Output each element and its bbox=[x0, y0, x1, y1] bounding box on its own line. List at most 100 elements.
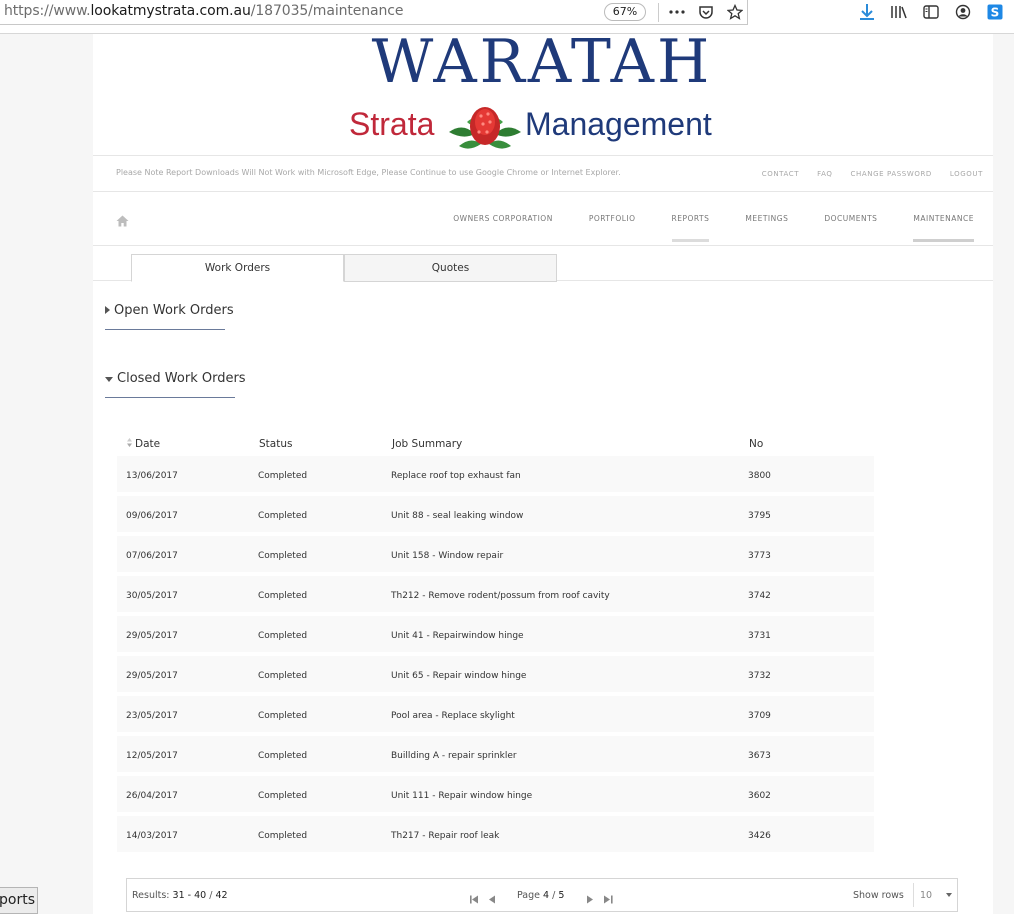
logout-link[interactable]: LOGOUT bbox=[950, 170, 983, 178]
cell-job-summary: Unit 158 - Window repair bbox=[391, 551, 504, 561]
first-page-icon[interactable] bbox=[470, 889, 479, 908]
cell-date: 14/03/2017 bbox=[126, 831, 178, 841]
cell-status: Completed bbox=[258, 751, 308, 761]
zoom-level-button[interactable]: 67% bbox=[604, 3, 646, 21]
nav-portfolio[interactable]: PORTFOLIO bbox=[589, 214, 636, 242]
cell-no: 3731 bbox=[748, 631, 771, 641]
table-row[interactable]: 26/04/2017 Completed Unit 111 - Repair win… bbox=[117, 776, 874, 812]
page-indicator: Page 4 / 5 bbox=[517, 890, 565, 901]
column-header-no[interactable]: No bbox=[749, 438, 763, 450]
faq-link[interactable]: FAQ bbox=[817, 170, 832, 178]
cell-no: 3732 bbox=[748, 671, 771, 681]
cell-date: 29/05/2017 bbox=[126, 671, 178, 681]
browser-notice: Please Note Report Downloads Will Not Wo… bbox=[116, 168, 621, 177]
url-text[interactable]: https://www.lookatmystrata.com.au/187035… bbox=[4, 3, 404, 19]
nav-documents[interactable]: DOCUMENTS bbox=[824, 214, 877, 242]
svg-text:S: S bbox=[991, 6, 1000, 20]
account-icon[interactable] bbox=[954, 3, 972, 21]
show-rows-label: Show rows bbox=[853, 890, 904, 901]
cell-no: 3426 bbox=[748, 831, 771, 841]
last-page-icon[interactable] bbox=[604, 889, 613, 908]
download-icon[interactable] bbox=[858, 3, 876, 21]
open-section-underline bbox=[105, 329, 225, 330]
chevron-down-icon bbox=[946, 893, 952, 897]
next-page-icon[interactable] bbox=[586, 889, 593, 908]
caret-down-icon bbox=[105, 371, 113, 386]
table-row[interactable]: 12/05/2017 Completed Buillding A - repair … bbox=[117, 736, 874, 772]
table-row[interactable]: 30/05/2017 Completed Th212 - Remove rodent… bbox=[117, 576, 874, 612]
nav-maintenance[interactable]: MAINTENANCE bbox=[913, 214, 974, 242]
top-links: CONTACT FAQ CHANGE PASSWORD LOGOUT bbox=[762, 170, 983, 178]
tabs-bar: Work Orders Quotes bbox=[93, 246, 993, 282]
column-header-status[interactable]: Status bbox=[259, 438, 292, 450]
cell-status: Completed bbox=[258, 551, 308, 561]
url-separator bbox=[658, 3, 659, 22]
more-actions-icon[interactable] bbox=[668, 3, 686, 21]
cell-job-summary: Unit 65 - Repair window hinge bbox=[391, 671, 527, 681]
cell-job-summary: Th212 - Remove rodent/possum from roof c… bbox=[391, 591, 610, 601]
prev-page-icon[interactable] bbox=[489, 889, 496, 908]
cell-job-summary: Replace roof top exhaust fan bbox=[391, 471, 521, 481]
caret-right-icon bbox=[105, 303, 110, 318]
table-row[interactable]: 29/05/2017 Completed Unit 41 - Repairwindo… bbox=[117, 616, 874, 652]
url-bar[interactable]: https://www.lookatmystrata.com.au/187035… bbox=[0, 0, 748, 25]
column-header-date[interactable]: Date bbox=[127, 438, 160, 450]
table-header: Date Status Job Summary No bbox=[117, 436, 874, 454]
cell-job-summary: Unit 88 - seal leaking window bbox=[391, 511, 524, 521]
cell-no: 3742 bbox=[748, 591, 771, 601]
table-pager: Results: 31 - 40 / 42 Page 4 / 5 Show ro… bbox=[126, 878, 958, 912]
cell-job-summary: Th217 - Repair roof leak bbox=[391, 831, 500, 841]
table-row[interactable]: 07/06/2017 Completed Unit 158 - Window rep… bbox=[117, 536, 874, 572]
sidebar-icon[interactable] bbox=[922, 3, 940, 21]
closed-section-underline bbox=[105, 397, 235, 398]
reports-side-tab[interactable]: ports bbox=[0, 887, 38, 914]
open-work-orders-label: Open Work Orders bbox=[114, 303, 234, 318]
nav-reports[interactable]: REPORTS bbox=[671, 214, 710, 242]
cell-job-summary: Unit 111 - Repair window hinge bbox=[391, 791, 533, 801]
cell-date: 30/05/2017 bbox=[126, 591, 178, 601]
waratah-logo[interactable]: WARATAH Strata Management bbox=[349, 30, 735, 155]
results-summary: Results: 31 - 40 / 42 bbox=[132, 890, 228, 901]
tab-work-orders[interactable]: Work Orders bbox=[131, 254, 344, 282]
cell-date: 23/05/2017 bbox=[126, 711, 178, 721]
table-row[interactable]: 29/05/2017 Completed Unit 65 - Repair wind… bbox=[117, 656, 874, 692]
rows-per-page-value: 10 bbox=[920, 890, 933, 901]
open-work-orders-header[interactable]: Open Work Orders bbox=[105, 303, 234, 318]
home-icon[interactable] bbox=[116, 212, 129, 231]
cell-status: Completed bbox=[258, 591, 308, 601]
url-path: /187035/maintenance bbox=[250, 3, 404, 19]
rows-per-page-select[interactable]: 10 bbox=[913, 883, 957, 907]
library-icon[interactable] bbox=[890, 3, 908, 21]
bookmark-star-icon[interactable] bbox=[726, 3, 744, 21]
logo-strata-text: Strata bbox=[349, 106, 435, 142]
closed-work-orders-label: Closed Work Orders bbox=[117, 371, 246, 386]
page-gutter-right bbox=[993, 34, 1014, 914]
table-row[interactable]: 13/06/2017 Completed Replace roof top exha… bbox=[117, 456, 874, 492]
change-password-link[interactable]: CHANGE PASSWORD bbox=[851, 170, 932, 178]
logo-title: WARATAH bbox=[371, 27, 713, 97]
table-row[interactable]: 14/03/2017 Completed Th217 - Repair roof l… bbox=[117, 816, 874, 852]
table-row[interactable]: 23/05/2017 Completed Pool area - Replace s… bbox=[117, 696, 874, 732]
cell-no: 3795 bbox=[748, 511, 771, 521]
nav-owners-corporation[interactable]: OWNERS CORPORATION bbox=[453, 214, 553, 242]
cell-status: Completed bbox=[258, 791, 308, 801]
pocket-icon[interactable] bbox=[697, 3, 715, 21]
tab-quotes[interactable]: Quotes bbox=[344, 254, 557, 282]
contact-link[interactable]: CONTACT bbox=[762, 170, 799, 178]
url-host: lookatmystrata.com.au bbox=[90, 3, 251, 19]
cell-date: 29/05/2017 bbox=[126, 631, 178, 641]
cell-status: Completed bbox=[258, 671, 308, 681]
cell-no: 3602 bbox=[748, 791, 771, 801]
cell-date: 26/04/2017 bbox=[126, 791, 178, 801]
cell-job-summary: Pool area - Replace skylight bbox=[391, 711, 515, 721]
closed-work-orders-header[interactable]: Closed Work Orders bbox=[105, 371, 246, 386]
waratah-flower-icon bbox=[449, 107, 521, 149]
nav-meetings[interactable]: MEETINGS bbox=[745, 214, 788, 242]
column-header-job-summary[interactable]: Job Summary bbox=[392, 438, 462, 450]
extension-s-icon[interactable]: S bbox=[986, 3, 1004, 21]
cell-status: Completed bbox=[258, 471, 308, 481]
table-row[interactable]: 09/06/2017 Completed Unit 88 - seal leakin… bbox=[117, 496, 874, 532]
page-content: WARATAH Strata Management Please Note Re… bbox=[93, 30, 993, 914]
cell-no: 3673 bbox=[748, 751, 771, 761]
cell-date: 09/06/2017 bbox=[126, 511, 178, 521]
